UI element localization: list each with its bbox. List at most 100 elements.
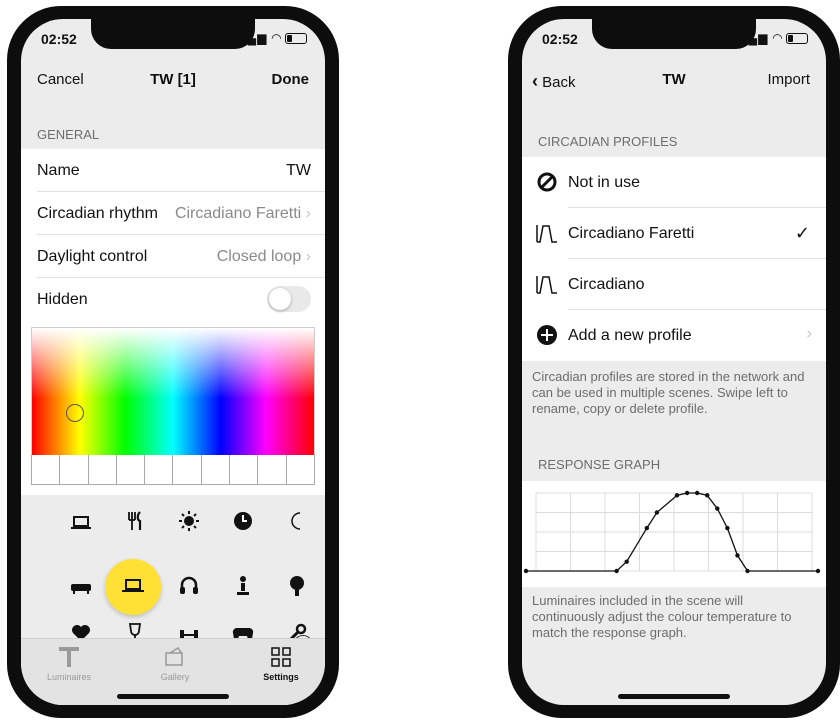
profile-label: Add a new profile	[568, 327, 692, 344]
battery-icon	[285, 33, 307, 45]
luminaire-icon	[59, 647, 79, 667]
graph-footnote: Luminaires included in the scene will co…	[532, 593, 792, 640]
right-screen: 02:52 ▂▄▆ ◠ ‹ Back TW Import CIRCADIAN P…	[522, 19, 826, 705]
checkmark-icon: ✓	[794, 223, 810, 243]
response-point[interactable]	[745, 568, 750, 574]
name-label: Name	[37, 162, 80, 179]
nav-bar: Cancel TW [1] Done	[21, 57, 325, 99]
profile-label: Circadiano Faretti	[568, 225, 695, 242]
profile-label: Circadiano	[568, 276, 645, 293]
prohibited-icon	[537, 172, 557, 192]
response-point[interactable]	[735, 553, 740, 558]
color-spectrum[interactable]	[31, 327, 315, 457]
response-point[interactable]	[705, 493, 710, 498]
right-phone: 02:52 ▂▄▆ ◠ ‹ Back TW Import CIRCADIAN P…	[508, 6, 840, 718]
color-swatch[interactable]	[201, 455, 231, 484]
chevron-right-icon: ›	[806, 325, 812, 342]
tab-settings[interactable]: Settings	[241, 645, 321, 682]
add-profile-row[interactable]: Add a new profile ›	[522, 310, 826, 361]
color-swatch[interactable]	[32, 455, 61, 484]
response-point[interactable]	[523, 568, 529, 574]
response-point[interactable]	[674, 493, 680, 498]
response-point[interactable]	[654, 510, 660, 515]
laptop-desk-icon[interactable]	[115, 575, 151, 601]
hidden-toggle[interactable]	[267, 286, 311, 312]
swatch-row	[31, 455, 315, 485]
laptop-icon[interactable]	[63, 511, 99, 537]
profile-row-circadiano-faretti[interactable]: Circadiano Faretti ✓	[522, 208, 826, 259]
battery-icon	[786, 33, 808, 45]
curve-icon	[536, 225, 557, 243]
nav-bar: ‹ Back TW Import	[522, 57, 826, 99]
moon-icon[interactable]	[279, 511, 315, 537]
color-swatch[interactable]	[116, 455, 146, 484]
color-swatch[interactable]	[145, 455, 174, 484]
response-point[interactable]	[684, 490, 690, 496]
response-point[interactable]	[624, 559, 629, 564]
name-row[interactable]: Name TW	[21, 149, 325, 192]
profile-row-circadiano[interactable]: Circadiano	[522, 259, 826, 310]
plus-circle-icon	[537, 325, 557, 345]
tab-label: Settings	[263, 672, 299, 682]
profile-label: Not in use	[568, 174, 641, 191]
gallery-icon	[165, 646, 183, 666]
daylight-control-row[interactable]: Daylight control Closed loop ›	[21, 235, 325, 278]
response-point[interactable]	[614, 568, 619, 574]
tab-gallery[interactable]: Gallery	[135, 645, 215, 682]
color-picker-area	[21, 321, 325, 495]
notch	[592, 19, 756, 49]
section-header-response-graph: RESPONSE GRAPH	[538, 457, 661, 472]
color-swatch[interactable]	[88, 455, 117, 484]
response-point[interactable]	[815, 568, 821, 574]
left-screen: 02:52 ▂▄▆ ◠ Cancel TW [1] Done GENERAL N…	[21, 19, 325, 705]
status-time: 02:52	[542, 31, 578, 47]
response-point[interactable]	[725, 525, 730, 531]
headphones-icon[interactable]	[171, 575, 207, 601]
response-graph-svg	[523, 490, 821, 574]
name-value: TW	[286, 162, 311, 179]
chevron-right-icon: ›	[305, 205, 311, 222]
response-point[interactable]	[644, 525, 650, 531]
status-time: 02:52	[41, 31, 77, 47]
icon-grid: ?	[21, 495, 325, 655]
response-point[interactable]	[694, 490, 700, 496]
section-header-circadian-profiles: CIRCADIAN PROFILES	[538, 134, 678, 149]
import-button[interactable]: Import	[767, 71, 810, 88]
color-swatch[interactable]	[286, 455, 314, 484]
response-graph	[522, 481, 826, 587]
sun-icon[interactable]	[171, 511, 207, 537]
tab-luminaires[interactable]: Luminaires	[29, 645, 109, 682]
chevron-right-icon: ›	[305, 248, 311, 265]
fountain-icon[interactable]	[225, 575, 261, 601]
tab-label: Gallery	[160, 672, 190, 682]
curve-icon	[536, 276, 557, 294]
grid-icon	[271, 647, 291, 667]
tree-icon[interactable]	[279, 575, 315, 601]
profiles-footnote: Circadian profiles are stored in the net…	[532, 369, 805, 416]
wifi-icon: ◠	[271, 31, 282, 45]
sofa-icon[interactable]	[63, 575, 99, 601]
color-swatch[interactable]	[230, 455, 259, 484]
color-swatch[interactable]	[60, 455, 89, 484]
hidden-row: Hidden	[21, 278, 325, 321]
color-picker-handle[interactable]	[66, 404, 84, 422]
left-phone: 02:52 ▂▄▆ ◠ Cancel TW [1] Done GENERAL N…	[7, 6, 339, 718]
wifi-icon: ◠	[772, 31, 783, 45]
profile-row-not-in-use[interactable]: Not in use	[522, 157, 826, 208]
tab-label: Luminaires	[46, 672, 92, 682]
response-point[interactable]	[715, 506, 720, 511]
notch	[91, 19, 255, 49]
done-button[interactable]: Done	[272, 71, 310, 88]
home-indicator[interactable]	[618, 694, 730, 699]
clock-icon[interactable]	[225, 511, 261, 537]
color-swatch[interactable]	[258, 455, 287, 484]
home-indicator[interactable]	[117, 694, 229, 699]
section-header-general: GENERAL	[37, 127, 100, 142]
circadian-rhythm-label: Circadian rhythm	[37, 205, 158, 222]
circadian-rhythm-value: Circadiano Faretti ›	[174, 205, 311, 222]
daylight-control-value: Closed loop ›	[216, 248, 311, 265]
circadian-rhythm-row[interactable]: Circadian rhythm Circadiano Faretti ›	[21, 192, 325, 235]
cutlery-icon[interactable]	[117, 511, 153, 537]
hidden-label: Hidden	[37, 291, 88, 308]
color-swatch[interactable]	[173, 455, 202, 484]
